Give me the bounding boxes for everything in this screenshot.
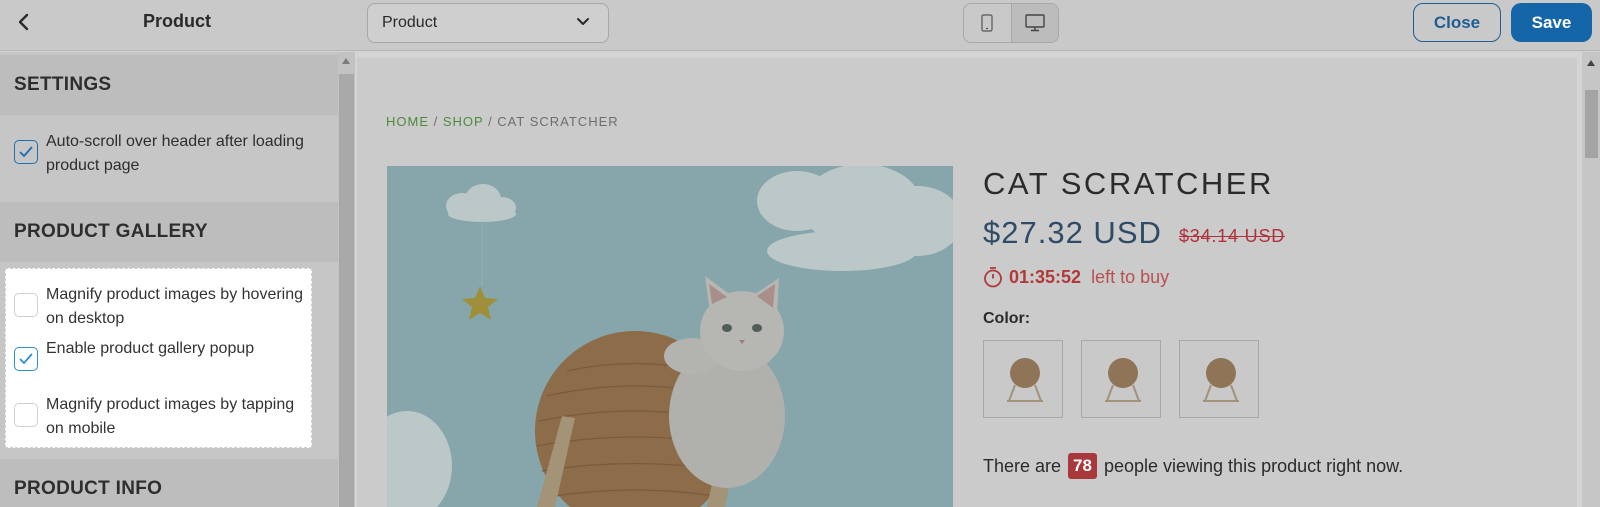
magnify-hover-checkbox[interactable] <box>14 293 38 317</box>
color-swatch[interactable] <box>1081 340 1161 418</box>
desktop-icon <box>1025 14 1045 32</box>
settings-heading: SETTINGS <box>0 55 338 115</box>
auto-scroll-checkbox[interactable] <box>14 140 38 164</box>
magnify-tap-option[interactable]: Magnify product images by tapping on mob… <box>14 393 311 441</box>
breadcrumb-home-link[interactable]: HOME <box>386 114 429 129</box>
breadcrumb-shop-link[interactable]: SHOP <box>443 114 484 129</box>
desktop-view-button[interactable] <box>1010 4 1058 42</box>
breadcrumb: HOME / SHOP / CAT SCRATCHER <box>386 114 619 129</box>
product-info-heading: PRODUCT INFO <box>0 459 338 507</box>
live-viewers-notice: There are 78 people viewing this product… <box>983 453 1403 479</box>
settings-sidebar: SETTINGS Auto-scroll over header after l… <box>0 52 338 507</box>
viewers-count-badge: 78 <box>1068 453 1097 479</box>
gallery-popup-label: Enable product gallery popup <box>46 340 255 357</box>
countdown-suffix: left to buy <box>1091 266 1170 287</box>
breadcrumb-current: CAT SCRATCHER <box>497 114 619 129</box>
breadcrumb-separator: / <box>429 114 443 129</box>
product-price: $27.32 USD <box>983 215 1162 250</box>
compare-at-price: $34.14 USD <box>1179 226 1286 246</box>
preview-scrollbar[interactable] <box>1582 52 1600 507</box>
product-gallery-heading: PRODUCT GALLERY <box>0 202 338 262</box>
device-toggle-group <box>963 3 1059 43</box>
sidebar-scrollbar-thumb[interactable] <box>339 74 354 507</box>
page-select-value: Product <box>382 14 438 31</box>
chevron-left-icon <box>18 13 29 31</box>
checkmark-icon <box>19 146 33 157</box>
viewers-prefix: There are <box>983 455 1062 476</box>
product-title: CAT SCRATCHER <box>983 166 1274 201</box>
product-main-image[interactable] <box>387 166 953 507</box>
color-swatch[interactable] <box>1179 340 1259 418</box>
magnify-tap-label: Magnify product images by tapping on mob… <box>46 396 295 437</box>
breadcrumb-separator: / <box>483 114 498 129</box>
swatch-thumbnail <box>1105 358 1141 402</box>
page-template-select[interactable]: Product <box>367 3 609 43</box>
save-button[interactable]: Save <box>1511 3 1592 42</box>
auto-scroll-label: Auto-scroll over header after loading pr… <box>46 133 304 174</box>
top-bar: Product Product Close Save <box>0 0 1600 51</box>
chevron-down-icon <box>577 18 589 25</box>
color-option-label: Color: <box>983 310 1031 327</box>
storefront-preview: HOME / SHOP / CAT SCRATCHER CAT SCRATCHE… <box>357 58 1577 507</box>
mobile-icon <box>981 14 994 32</box>
viewers-suffix: people viewing this product right now. <box>1103 455 1404 476</box>
scroll-up-arrow-icon[interactable] <box>342 58 350 64</box>
cat-scratcher-photo <box>387 166 953 507</box>
stopwatch-icon <box>984 267 1002 288</box>
preview-scrollbar-thumb[interactable] <box>1585 90 1598 158</box>
magnify-hover-label: Magnify product images by hovering on de… <box>46 286 304 327</box>
magnify-hover-option[interactable]: Magnify product images by hovering on de… <box>14 283 308 331</box>
gallery-options-panel: Magnify product images by hovering on de… <box>5 268 312 448</box>
sidebar-scrollbar[interactable] <box>338 52 355 507</box>
gallery-popup-checkbox[interactable] <box>14 347 38 371</box>
color-swatch[interactable] <box>983 340 1063 418</box>
countdown-time: 01:35:52 <box>1009 266 1082 287</box>
close-button[interactable]: Close <box>1413 3 1501 42</box>
gallery-popup-option[interactable]: Enable product gallery popup <box>14 337 308 371</box>
countdown-timer: 01:35:52 left to buy <box>983 266 1169 288</box>
swatch-thumbnail <box>1203 358 1239 402</box>
page-title: Product <box>143 11 212 31</box>
checkmark-icon <box>19 353 33 364</box>
scroll-up-arrow-icon[interactable] <box>1587 60 1595 66</box>
back-button[interactable] <box>12 10 36 34</box>
mobile-view-button[interactable] <box>964 4 1011 42</box>
swatch-thumbnail <box>1007 358 1043 402</box>
magnify-tap-checkbox[interactable] <box>14 403 38 427</box>
auto-scroll-option[interactable]: Auto-scroll over header after loading pr… <box>14 130 308 178</box>
